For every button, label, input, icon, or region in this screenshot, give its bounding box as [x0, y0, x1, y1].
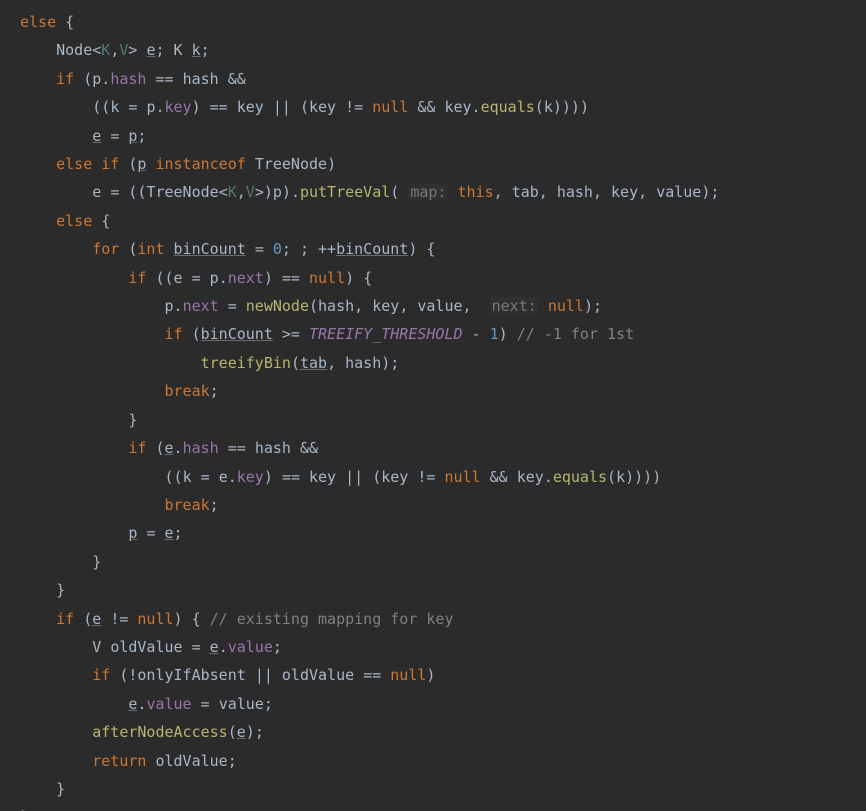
comment: // existing mapping for key [210, 610, 454, 628]
code-line: if (p.hash == hash && [20, 70, 246, 88]
code-line: else if (p instanceof TreeNode) [20, 155, 336, 173]
code-line: return oldValue; [20, 752, 237, 770]
code-line: p = e; [20, 524, 183, 542]
comment: // -1 for 1st [517, 325, 634, 343]
code-line: if (e.hash == hash && [20, 439, 318, 457]
param-hint: map: [408, 183, 448, 201]
code-line: break; [20, 496, 219, 514]
param-hint: next: [490, 297, 539, 315]
code-line: V oldValue = e.value; [20, 638, 282, 656]
kw-else: else [20, 13, 56, 31]
code-line: p.next = newNode(hash, key, value, next:… [20, 297, 602, 315]
code-line: if ((e = p.next) == null) { [20, 269, 372, 287]
code-line: ((k = e.key) == key || (key != null && k… [20, 468, 661, 486]
code-line: if (!onlyIfAbsent || oldValue == null) [20, 666, 435, 684]
code-line: afterNodeAccess(e); [20, 723, 264, 741]
code-line: for (int binCount = 0; ; ++binCount) { [20, 240, 435, 258]
code-line: } [20, 411, 137, 429]
code-line: } [20, 780, 65, 798]
code-line: Node<K,V> e; K k; [20, 41, 210, 59]
code-line: break; [20, 382, 219, 400]
code-line: ((k = p.key) == key || (key != null && k… [20, 98, 589, 116]
code-line: else { [20, 212, 110, 230]
code-line: e.value = value; [20, 695, 273, 713]
code-line: else { [20, 13, 74, 31]
code-line: } [20, 581, 65, 599]
code-line: e = ((TreeNode<K,V>)p).putTreeVal( map: … [20, 183, 719, 201]
code-line: if (e != null) { // existing mapping for… [20, 610, 454, 628]
code-line: e = p; [20, 127, 146, 145]
code-line: treeifyBin(tab, hash); [20, 354, 399, 372]
code-editor[interactable]: else { Node<K,V> e; K k; if (p.hash == h… [0, 0, 866, 811]
code-line: if (binCount >= TREEIFY_THRESHOLD - 1) /… [20, 325, 634, 343]
code-line: } [20, 553, 101, 571]
